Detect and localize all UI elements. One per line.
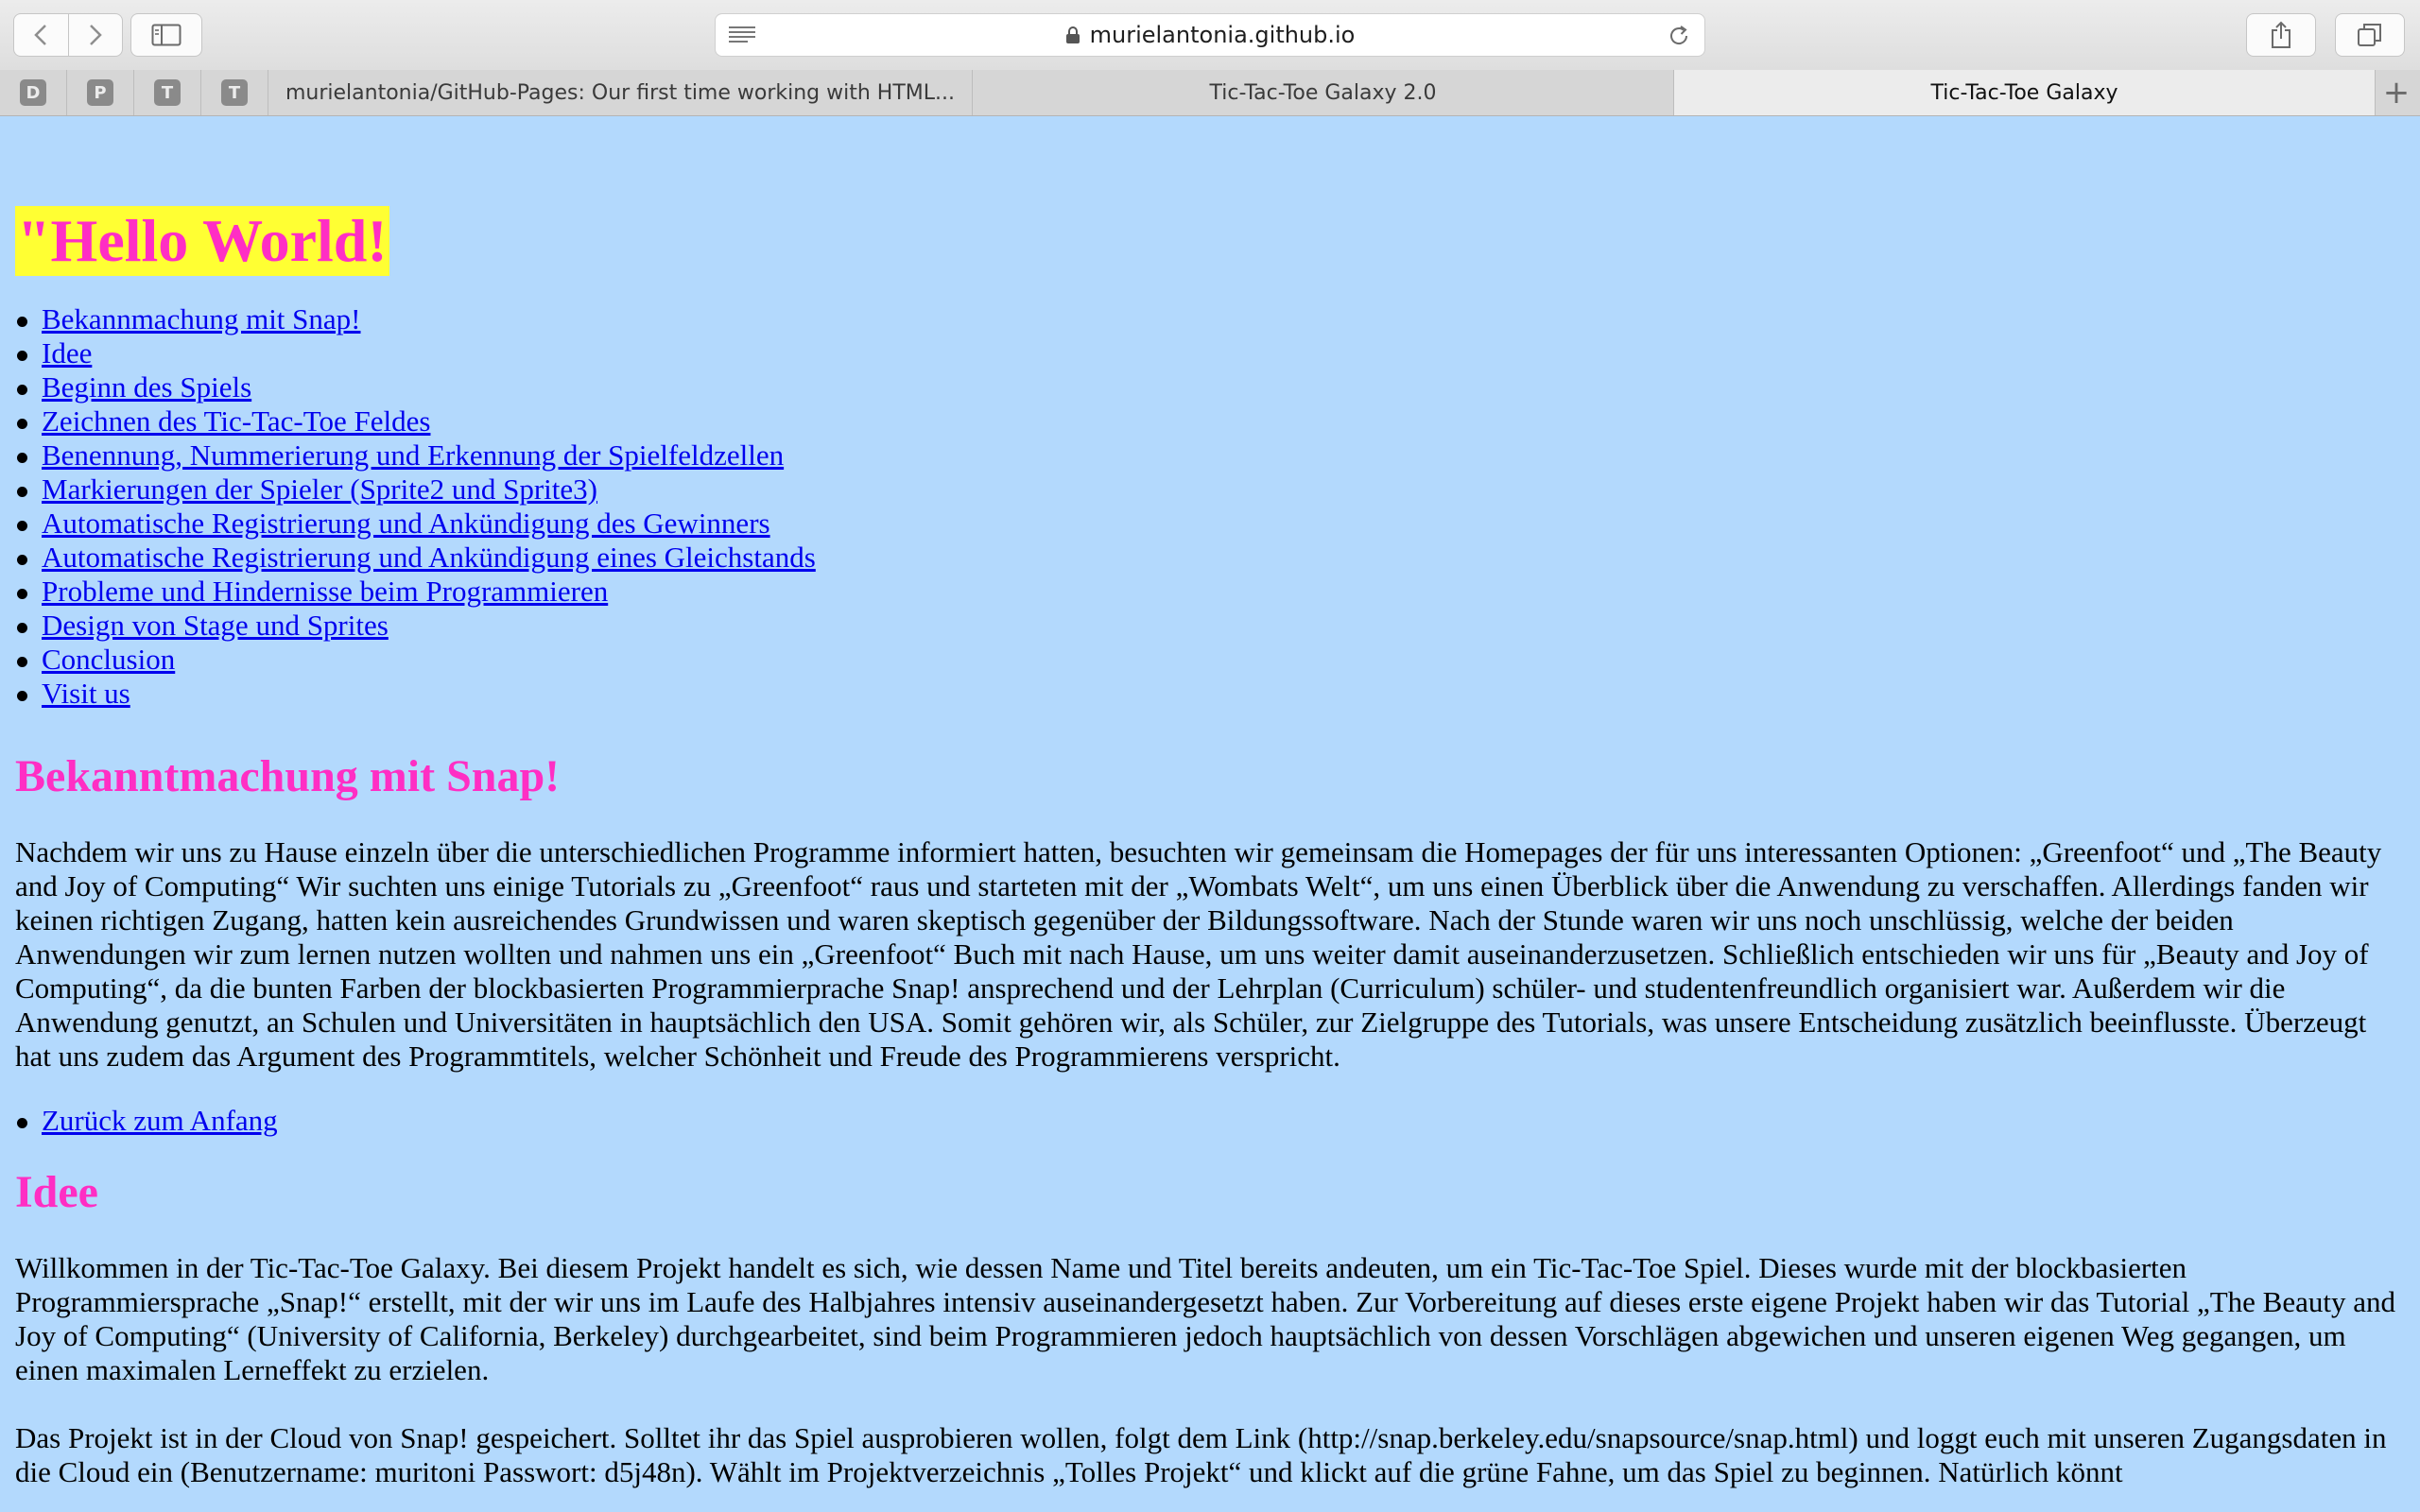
toc-link-design[interactable]: Design von Stage und Sprites [42,609,389,642]
back-to-top-link[interactable]: Zurück zum Anfang [42,1104,278,1137]
tab-galaxy-2[interactable]: Tic-Tac-Toe Galaxy 2.0 [973,70,1674,115]
navigation-buttons [13,13,123,57]
lock-icon [1065,26,1080,43]
forward-button[interactable] [68,14,122,56]
tabs-overview-icon [2358,24,2381,46]
toc-item: Benennung, Nummerierung und Erkennung de… [15,438,2405,472]
new-tab-button[interactable]: + [2373,70,2420,115]
pinned-tab-icon: T [154,79,181,106]
tab-galaxy-active[interactable]: Tic-Tac-Toe Galaxy [1674,70,2376,115]
sidebar-icon [151,24,182,46]
pinned-tab-1[interactable]: D [0,70,67,115]
toc-item: Idee [15,336,2405,370]
url-display: murielantonia.github.io [716,14,1704,56]
tab-bar: D P T T murielantonia/GitHub-Pages: Our … [0,70,2420,115]
toc-link-idee[interactable]: Idee [42,336,92,369]
toc-item: Visit us [15,677,2405,711]
section-paragraph-snap: Nachdem wir uns zu Hause einzeln über di… [15,835,2382,1073]
sidebar-button[interactable] [130,13,202,57]
toc-link-gewinner[interactable]: Automatische Registrierung und Ankündigu… [42,507,770,540]
toc-item: Automatische Registrierung und Ankündigu… [15,507,2405,541]
toc-link-zellen[interactable]: Benennung, Nummerierung und Erkennung de… [42,438,784,472]
toc-link-beginn[interactable]: Beginn des Spiels [42,370,251,404]
back-link-item: Zurück zum Anfang [15,1104,2405,1138]
toc-item: Beginn des Spiels [15,370,2405,404]
table-of-contents: Bekannmachung mit Snap! Idee Beginn des … [15,302,2405,711]
toc-link-markierungen[interactable]: Markierungen der Spieler (Sprite2 und Sp… [42,472,597,506]
share-icon [2272,21,2290,48]
forward-icon [89,25,102,45]
toc-item: Bekannmachung mit Snap! [15,302,2405,336]
toc-link-gleichstand[interactable]: Automatische Registrierung und Ankündigu… [42,541,816,574]
toc-item: Zeichnen des Tic-Tac-Toe Feldes [15,404,2405,438]
toc-link-probleme[interactable]: Probleme und Hindernisse beim Programmie… [42,575,608,608]
pinned-tab-icon: T [221,79,248,106]
tab-github-pages[interactable]: murielantonia/GitHub-Pages: Our first ti… [268,70,973,115]
back-icon [34,25,47,45]
toc-item: Automatische Registrierung und Ankündigu… [15,541,2405,575]
section-heading-snap: Bekanntmachung mit Snap! [15,751,561,801]
section-paragraph-cloud: Das Projekt ist in der Cloud von Snap! g… [15,1421,2387,1488]
back-button[interactable] [14,14,68,56]
pinned-tab-icon: D [20,79,46,106]
pinned-tab-3[interactable]: T [134,70,201,115]
reload-icon[interactable] [1667,24,1691,48]
toc-item: Probleme und Hindernisse beim Programmie… [15,575,2405,609]
browser-toolbar: murielantonia.github.io [0,0,2420,71]
page-content: "Hello World! Bekannmachung mit Snap! Id… [15,115,2405,1489]
tabs-overview-button[interactable] [2335,13,2405,57]
pinned-tab-4[interactable]: T [201,70,268,115]
toc-link-feld[interactable]: Zeichnen des Tic-Tac-Toe Feldes [42,404,430,438]
share-button[interactable] [2246,13,2316,57]
section-paragraph-idee: Willkommen in der Tic-Tac-Toe Galaxy. Be… [15,1251,2395,1386]
toc-item: Markierungen der Spieler (Sprite2 und Sp… [15,472,2405,507]
toc-item: Conclusion [15,643,2405,677]
pinned-tab-2[interactable]: P [67,70,134,115]
section-heading-idee: Idee [15,1167,98,1217]
url-text: murielantonia.github.io [1089,22,1356,48]
address-bar[interactable]: murielantonia.github.io [715,13,1705,57]
pinned-tab-icon: P [87,79,113,106]
browser-chrome: murielantonia.github.io D P T T murielan… [0,0,2420,116]
back-link-list: Zurück zum Anfang [15,1104,2405,1138]
toc-link-snap[interactable]: Bekannmachung mit Snap! [42,302,361,335]
toc-link-visit[interactable]: Visit us [42,677,130,710]
page-title: "Hello World! [15,206,389,276]
toc-link-conclusion[interactable]: Conclusion [42,643,175,676]
toc-item: Design von Stage und Sprites [15,609,2405,643]
